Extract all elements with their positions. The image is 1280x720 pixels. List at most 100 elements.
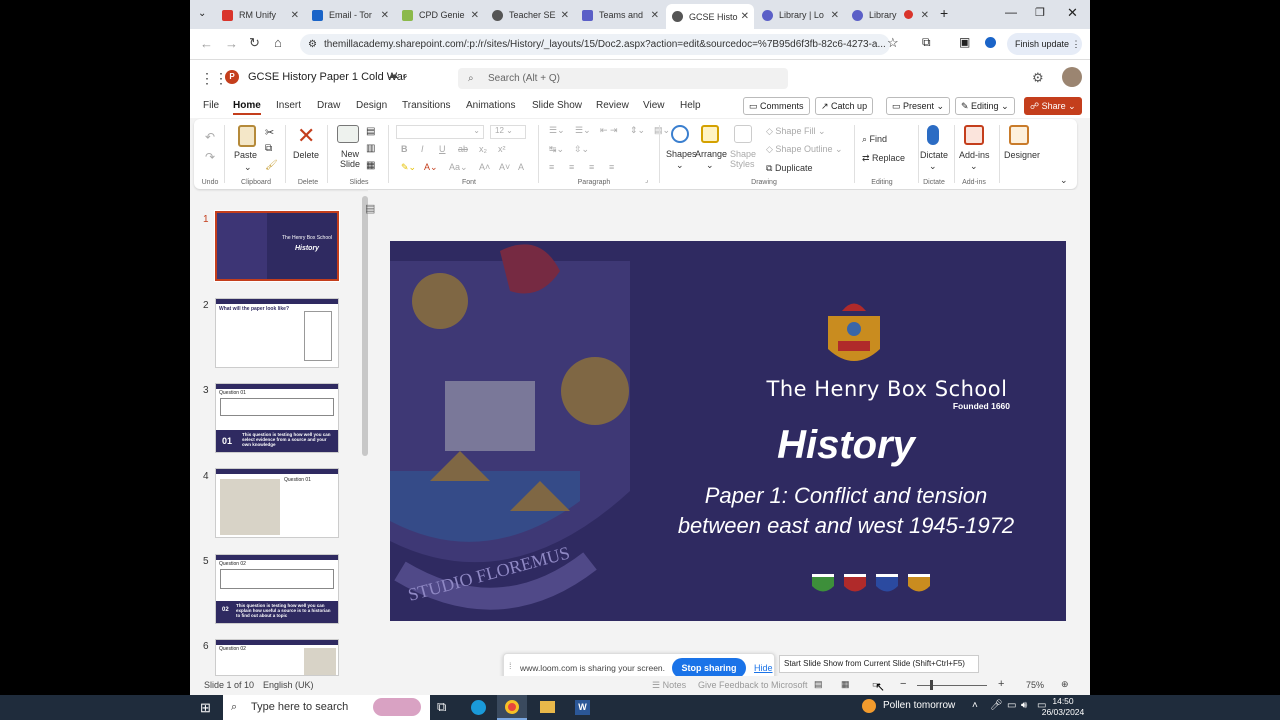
menu-draw[interactable]: Draw (317, 100, 340, 111)
share-button[interactable]: ☍ Share ⌄ (1024, 97, 1082, 115)
format-painter-icon[interactable]: 🖌 (265, 160, 278, 171)
replace-button[interactable]: ⇄ Replace (862, 153, 905, 164)
font-color-icon[interactable]: A⌄ (424, 162, 438, 173)
slide-subtitle[interactable]: Paper 1: Conflict and tension between ea… (662, 481, 1030, 541)
forward-icon[interactable]: → (225, 36, 238, 51)
language-status[interactable]: English (UK) (263, 680, 314, 690)
menu-animations[interactable]: Animations (466, 100, 515, 111)
dialog-launcher-icon[interactable]: ⌟ (645, 176, 648, 184)
avatar[interactable] (1062, 67, 1082, 87)
menu-view[interactable]: View (643, 100, 665, 111)
thumbnail-slide-4[interactable]: Question 01 (215, 468, 339, 538)
zoom-slider-thumb[interactable] (930, 680, 933, 690)
back-icon[interactable]: ← (200, 36, 213, 51)
designer-button[interactable]: Designer (1004, 150, 1040, 160)
document-title[interactable]: GCSE History Paper 1 Cold War (248, 71, 407, 83)
menu-transitions[interactable]: Transitions (402, 100, 451, 111)
grow-font-icon[interactable]: A˄ (479, 162, 490, 172)
current-slide[interactable]: STUDIO FLOREMUS The Henry Box School Fou… (390, 241, 1066, 621)
clock[interactable]: 14:50 26/03/2024 (1040, 696, 1086, 718)
arrange-dropdown-icon[interactable]: ⌄ (706, 160, 714, 171)
font-effects-icon[interactable]: Aa⌄ (449, 162, 468, 173)
weather-text[interactable]: Pollen tomorrow (883, 700, 955, 711)
new-tab-icon[interactable]: + (940, 5, 948, 21)
tab-list-chevron-icon[interactable]: ⌄ (198, 8, 206, 19)
close-icon[interactable]: ✕ (471, 10, 479, 21)
menu-review[interactable]: Review (596, 100, 629, 111)
close-icon[interactable]: ✕ (831, 10, 839, 21)
tab-library-lo[interactable]: Library | Lo ✕ (756, 4, 844, 26)
chrome-taskbar-button[interactable] (497, 695, 527, 720)
menu-insert[interactable]: Insert (276, 100, 301, 111)
app-launcher-icon[interactable]: ⋮⋮ (200, 70, 228, 87)
shape-styles-button[interactable]: Shape Styles (730, 149, 756, 169)
tab-cpd-genie[interactable]: CPD Genie ✕ (396, 4, 484, 26)
home-icon[interactable]: ⌂ (274, 35, 282, 50)
tab-rm-unify[interactable]: RM Unify ✕ (216, 4, 304, 26)
numbering-icon[interactable]: ☰⌄ (575, 125, 591, 136)
thumbnail-slide-3[interactable]: Question 01 01 This question is testing … (215, 383, 339, 453)
menu-help[interactable]: Help (680, 100, 701, 111)
finish-update-button[interactable]: Finish update ⋮ (1007, 33, 1082, 55)
url-field[interactable]: ⚙ themillacademy.sharepoint.com/:p:/r/sit… (300, 34, 890, 55)
copy-icon[interactable]: ⧉ (265, 143, 272, 154)
bold-icon[interactable]: B (401, 144, 408, 154)
text-direction-2-icon[interactable]: ↹⌄ (549, 144, 564, 155)
menu-slide-show[interactable]: Slide Show (532, 100, 582, 111)
clear-format-icon[interactable]: A (518, 162, 524, 172)
reset-slide-icon[interactable]: ▥ (366, 143, 375, 154)
reload-icon[interactable]: ↻ (249, 35, 260, 51)
tab-email[interactable]: Email - Tor ✕ (306, 4, 394, 26)
justify-icon[interactable]: ≡ (609, 162, 614, 172)
shape-fill-button[interactable]: ◇ Shape Fill ⌄ (766, 126, 826, 137)
stop-sharing-button[interactable]: Stop sharing (672, 658, 746, 678)
present-button[interactable]: ▭ Present ⌄ (886, 97, 951, 115)
site-info-icon[interactable]: ⚙ (308, 34, 317, 55)
subscript-icon[interactable]: x₂ (479, 144, 487, 154)
align-center-icon[interactable]: ≡ (569, 162, 574, 172)
shrink-font-icon[interactable]: A˅ (499, 162, 510, 172)
underline-icon[interactable]: U (439, 144, 446, 154)
paste-dropdown-icon[interactable]: ⌄ (244, 162, 252, 173)
search-input[interactable]: ⌕ Search (Alt + Q) (458, 68, 788, 89)
dictate-dropdown-icon[interactable]: ⌄ (929, 161, 937, 172)
tab-teacher[interactable]: Teacher SE ✕ (486, 4, 574, 26)
undo-icon[interactable]: ↶ (205, 130, 215, 144)
close-icon[interactable]: ✕ (291, 10, 299, 21)
italic-icon[interactable]: I (421, 144, 424, 154)
redo-icon[interactable]: ↷ (205, 150, 215, 164)
word-icon[interactable]: W (575, 700, 590, 715)
minimize-icon[interactable]: — (1005, 5, 1017, 19)
menu-file[interactable]: File (203, 100, 219, 111)
dictate-button[interactable]: Dictate (920, 150, 948, 160)
sidebar-icon[interactable]: ▣ (959, 35, 970, 49)
shape-outline-button[interactable]: ◇ Shape Outline ⌄ (766, 144, 843, 155)
drag-handle-icon[interactable]: ⁞ (509, 661, 512, 671)
highlight-icon[interactable]: ✎⌄ (401, 162, 416, 173)
thumbnail-slide-2[interactable]: What will the paper look like? (215, 298, 339, 368)
ribbon-expand-icon[interactable]: ⌄ (1060, 175, 1068, 186)
hide-link[interactable]: Hide (754, 663, 773, 673)
window-close-icon[interactable]: ✕ (1067, 5, 1078, 21)
settings-gear-icon[interactable]: ⚙ (1032, 70, 1044, 86)
paste-button[interactable]: Paste (234, 150, 257, 160)
align-right-icon[interactable]: ≡ (589, 162, 594, 172)
camera-icon[interactable]: ▭ (1007, 700, 1016, 711)
find-button[interactable]: ⌕ Find (862, 134, 887, 145)
close-icon[interactable]: ✕ (381, 10, 389, 21)
volume-icon[interactable]: 🔊︎ (1021, 700, 1027, 711)
superscript-icon[interactable]: x² (498, 144, 506, 154)
show-hidden-icons-icon[interactable]: ˄ (972, 700, 978, 711)
close-icon[interactable]: ✕ (651, 10, 659, 21)
align-text-icon[interactable]: ⇳⌄ (574, 144, 589, 155)
delete-button[interactable]: Delete (293, 150, 319, 160)
task-view-icon[interactable]: ⧉ (437, 699, 446, 715)
thumbnail-slide-1[interactable]: The Henry Box School History (214, 210, 340, 282)
bookmark-star-icon[interactable]: ☆ (887, 35, 899, 51)
section-icon[interactable]: ▦ (366, 160, 375, 171)
align-left-icon[interactable]: ≡ (549, 162, 554, 172)
feedback-link[interactable]: Give Feedback to Microsoft (698, 680, 808, 690)
edge-icon[interactable] (471, 700, 486, 715)
saved-status-icon[interactable]: ☁ ⌄ (388, 70, 409, 81)
shapes-dropdown-icon[interactable]: ⌄ (676, 160, 684, 171)
